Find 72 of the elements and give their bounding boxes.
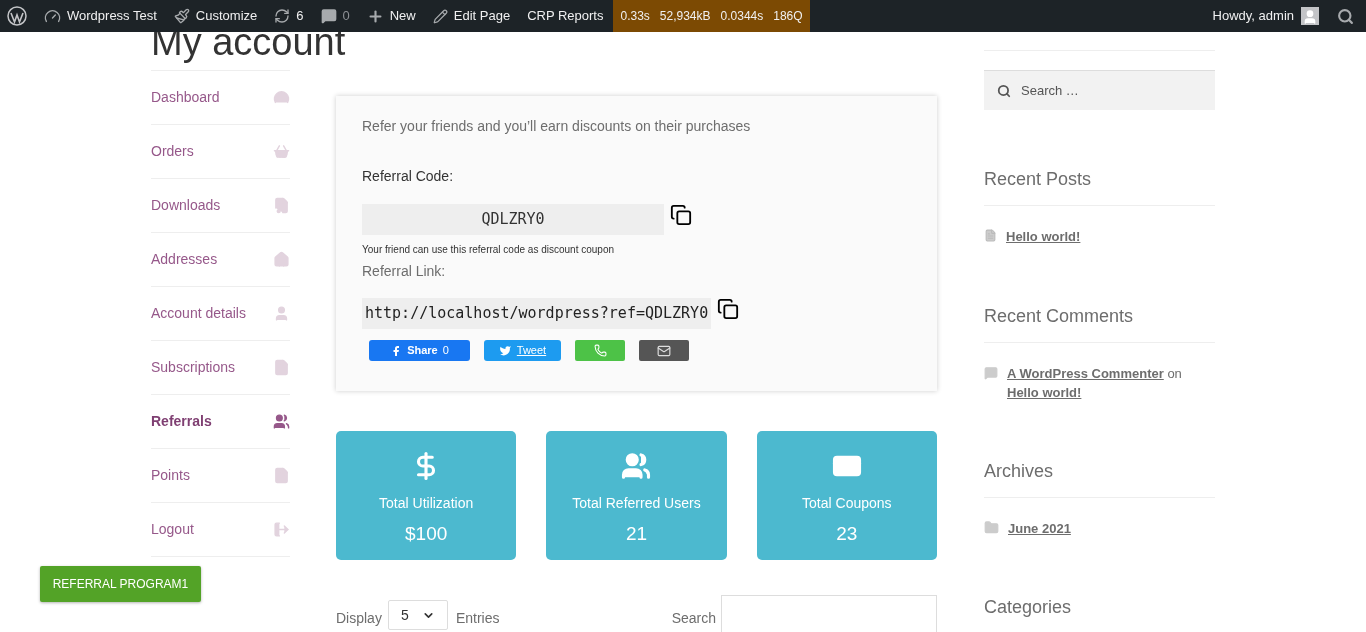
table-search-field[interactable] — [721, 595, 937, 632]
account-nav-link[interactable]: Logout — [151, 503, 290, 557]
paintbrush-icon — [173, 8, 190, 24]
referral-code-hint: Your friend can use this referral code as discount coupon — [362, 243, 615, 257]
query-stat: 0.33s — [620, 8, 650, 25]
envelope-icon — [657, 343, 671, 358]
wordpress-logo-icon[interactable] — [7, 6, 27, 26]
updates-link[interactable]: 6 — [274, 6, 304, 26]
crp-reports-link[interactable]: CRP Reports — [527, 6, 604, 26]
folder-icon — [984, 519, 999, 535]
comment-count: 0 — [342, 7, 350, 26]
site-name-link[interactable]: Wordpress Test — [44, 6, 157, 26]
account-nav-link[interactable]: Subscriptions — [151, 341, 290, 395]
stat-label: Total Referred Users — [572, 494, 701, 513]
entries-label: Entries — [455, 609, 500, 628]
search-icon[interactable] — [1337, 7, 1354, 25]
widget-title: Recent Comments — [984, 302, 1215, 343]
query-stat: 186Q — [773, 8, 803, 25]
refresh-icon — [274, 8, 291, 24]
referral-link-field[interactable]: http://localhost/wordpress?ref=QDLZRY0 — [362, 298, 712, 329]
stat-value: 23 — [836, 522, 858, 546]
query-stat: 52,934kB — [659, 8, 711, 25]
query-stats-bar[interactable]: 0.33s 52,934kB 0.0344s 186Q — [613, 0, 810, 32]
account-nav-link[interactable]: Points — [151, 449, 290, 503]
account-nav-link[interactable]: Downloads — [151, 179, 290, 233]
comment-icon — [984, 365, 998, 380]
account-nav-link[interactable]: Dashboard — [151, 71, 290, 125]
copy-icon[interactable] — [717, 298, 740, 320]
customize-link[interactable]: Customize — [173, 6, 258, 26]
facebook-share-button[interactable]: Share 0 — [369, 340, 470, 361]
widget-title: Categories — [984, 594, 1215, 632]
widget-title: Recent Posts — [984, 166, 1215, 206]
stat-label: Total Coupons — [802, 494, 892, 513]
referral-link-label: Referral Link: — [362, 262, 447, 281]
archive-link[interactable]: June 2021 — [1008, 518, 1071, 538]
referral-program-button[interactable]: REFERRAL PROGRAM1 — [40, 566, 201, 602]
new-link[interactable]: New — [366, 6, 416, 26]
edit-page-link[interactable]: Edit Page — [432, 6, 511, 26]
account-nav-link[interactable]: Addresses — [151, 233, 290, 287]
referral-intro: Refer your friends and you’ll earn discounts on their purchases — [362, 117, 752, 136]
referral-code-field[interactable]: QDLZRY0 — [362, 204, 664, 235]
comments-link[interactable]: 0 — [320, 6, 350, 26]
account-nav-link[interactable]: Account details — [151, 287, 290, 341]
display-label: Display — [336, 609, 382, 628]
stat-value: $100 — [405, 522, 448, 546]
tweet-button[interactable]: Tweet — [484, 340, 561, 361]
document-icon — [984, 229, 997, 242]
email-share-button[interactable] — [639, 340, 689, 361]
account-nav-link[interactable]: Referrals — [151, 395, 290, 449]
comment-author-link[interactable]: A WordPress Commenter — [1007, 365, 1164, 381]
post-link[interactable]: Hello world! — [1006, 227, 1081, 247]
search-label: Search — [671, 609, 716, 628]
entries-select[interactable]: 5 — [387, 600, 448, 630]
plus-icon — [366, 7, 384, 25]
referral-code-label: Referral Code: — [362, 167, 455, 186]
search-icon — [997, 83, 1011, 98]
widget-title: Archives — [984, 457, 1215, 498]
comment-post-link[interactable]: Hello world! — [1007, 384, 1082, 400]
stat-label: Total Utilization — [379, 494, 474, 513]
recent-comment-text: A WordPress Commenter on Hello world! — [1007, 364, 1183, 402]
query-stat: 0.0344s — [720, 8, 764, 25]
sidebar-search-field[interactable]: Search … — [984, 70, 1215, 110]
bird-icon — [498, 344, 512, 357]
comment-icon — [320, 8, 337, 24]
account-nav-link[interactable]: Orders — [151, 125, 290, 179]
stat-value: 21 — [625, 522, 648, 546]
phone-icon — [593, 344, 607, 357]
users-icon — [621, 451, 652, 481]
copy-icon[interactable] — [670, 204, 692, 226]
pencil-icon — [432, 8, 448, 24]
greeting-link[interactable]: Howdy, admin — [1212, 6, 1294, 26]
gauge-icon — [44, 7, 61, 25]
